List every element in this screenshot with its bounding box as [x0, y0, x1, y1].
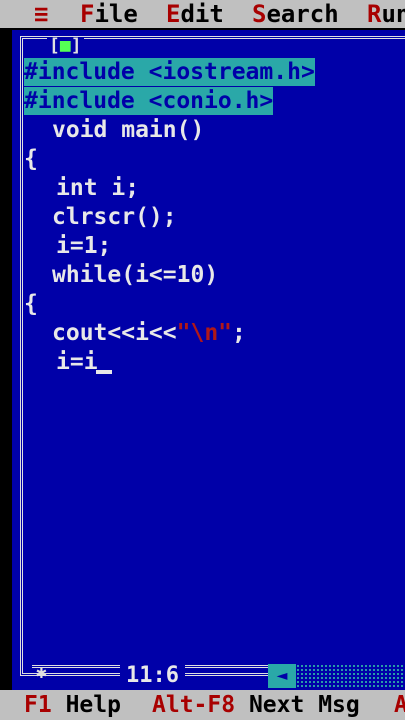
window-close-box[interactable]: [■]	[47, 37, 84, 55]
code-line-4[interactable]: {	[24, 145, 38, 173]
string-literal: "\n"	[176, 320, 233, 346]
function-key-bar: F1 Help Alt-F8 Next Msg A	[0, 690, 405, 720]
code-line-1[interactable]: #include <iostream.h>	[24, 58, 315, 86]
fkey-next-msg-key: Alt-F8	[152, 692, 236, 718]
cursor-position: 11:6	[120, 664, 185, 688]
code-line-6[interactable]: clrscr();	[52, 203, 177, 231]
code-line-10-post: ;	[232, 320, 246, 346]
menu-search[interactable]: Search	[252, 0, 339, 28]
fkey-truncated[interactable]: A	[394, 690, 405, 720]
menu-bar: ≡ File Edit Search Run	[0, 0, 405, 28]
code-line-2[interactable]: #include <conio.h>	[24, 87, 274, 115]
fkey-next-msg-label: Next Msg	[248, 692, 360, 718]
code-line-5[interactable]: int i;	[56, 174, 139, 202]
menu-run-rest: un	[381, 0, 405, 28]
code-line-7[interactable]: i=1;	[56, 232, 111, 260]
code-line-8[interactable]: while(i<=10)	[52, 261, 218, 289]
editor-window[interactable]: [■] #include <iostream.h> #include <coni…	[12, 30, 405, 690]
menu-file-rest: ile	[94, 0, 138, 28]
fkey-next-msg[interactable]: Alt-F8 Next Msg	[152, 690, 360, 720]
fkey-help-key: F1	[24, 692, 52, 718]
menu-edit-rest: dit	[180, 0, 224, 28]
resize-star-icon[interactable]: ✱	[36, 662, 47, 683]
code-line-9[interactable]: {	[24, 290, 38, 318]
turbo-cpp-screen: ≡ File Edit Search Run [■] #include <ios…	[0, 0, 405, 720]
scroll-left-arrow-icon[interactable]: ◄	[268, 664, 296, 688]
code-line-10[interactable]: cout<<i<<"\n";	[52, 319, 246, 347]
fkey-help-label: Help	[65, 692, 121, 718]
code-line-3[interactable]: void main()	[52, 116, 204, 144]
menu-search-rest: earch	[266, 0, 339, 28]
menu-run[interactable]: Run	[367, 0, 405, 28]
menu-file[interactable]: File	[80, 0, 138, 28]
text-cursor	[96, 370, 112, 374]
system-menu-icon[interactable]: ≡	[34, 0, 48, 28]
code-line-10-pre: cout<<i<<	[52, 320, 177, 346]
horizontal-scrollbar-track[interactable]	[296, 664, 405, 688]
code-line-11[interactable]: i=i	[56, 348, 98, 376]
fkey-help[interactable]: F1 Help	[24, 690, 121, 720]
menu-edit[interactable]: Edit	[166, 0, 224, 28]
